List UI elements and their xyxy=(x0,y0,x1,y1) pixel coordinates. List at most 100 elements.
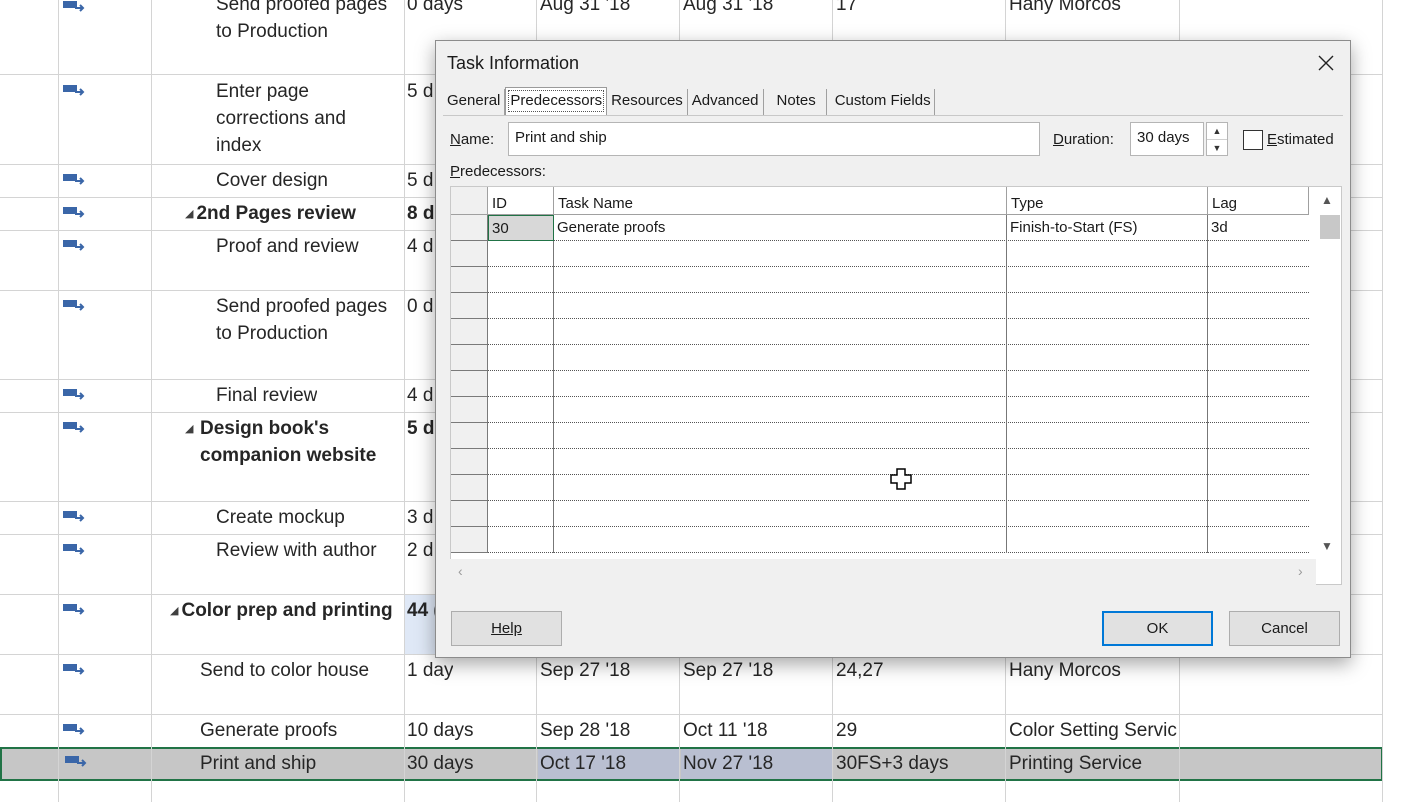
empty-cell[interactable] xyxy=(1208,397,1309,423)
empty-cell[interactable] xyxy=(1208,449,1309,475)
column-header-type[interactable]: Type xyxy=(1007,187,1208,215)
row-header[interactable] xyxy=(451,449,488,475)
empty-cell[interactable] xyxy=(488,241,554,267)
row-header[interactable] xyxy=(451,397,488,423)
empty-cell[interactable] xyxy=(1007,319,1208,345)
empty-cell[interactable] xyxy=(1208,475,1309,501)
row-header[interactable] xyxy=(451,475,488,501)
row-header[interactable] xyxy=(451,423,488,449)
predecessors-table[interactable]: ID Task Name Type Lag 30 Generate proofs… xyxy=(450,186,1342,585)
empty-cell[interactable] xyxy=(554,293,1007,319)
predecessor-row-empty[interactable] xyxy=(451,449,1309,475)
predecessor-row-empty[interactable] xyxy=(451,397,1309,423)
empty-cell[interactable] xyxy=(1007,501,1208,527)
table-row-selected[interactable]: Print and ship 30 days Oct 17 '18 Nov 27… xyxy=(0,747,1383,781)
predecessor-lag-cell[interactable]: 3d xyxy=(1208,215,1309,241)
predecessor-row-empty[interactable] xyxy=(451,345,1309,371)
tab-notes[interactable]: Notes xyxy=(764,89,827,115)
horizontal-scrollbar[interactable]: ‹ › xyxy=(450,559,1316,585)
empty-cell[interactable] xyxy=(1007,397,1208,423)
predecessor-task-name-cell[interactable]: Generate proofs xyxy=(554,215,1007,241)
tab-advanced[interactable]: Advanced xyxy=(688,89,764,115)
empty-cell[interactable] xyxy=(554,371,1007,397)
empty-cell[interactable] xyxy=(488,527,554,553)
empty-cell[interactable] xyxy=(1208,345,1309,371)
tab-resources[interactable]: Resources xyxy=(607,89,688,115)
empty-cell[interactable] xyxy=(1007,241,1208,267)
spin-up-icon[interactable]: ▲ xyxy=(1207,123,1227,139)
help-button[interactable]: Help xyxy=(451,611,562,646)
empty-cell[interactable] xyxy=(1208,501,1309,527)
empty-cell[interactable] xyxy=(1007,527,1208,553)
cancel-button[interactable]: Cancel xyxy=(1229,611,1340,646)
collapse-triangle-icon[interactable]: ◢ xyxy=(185,208,193,220)
close-icon[interactable] xyxy=(1316,53,1336,73)
row-header[interactable] xyxy=(451,371,488,397)
empty-cell[interactable] xyxy=(488,345,554,371)
column-header-lag[interactable]: Lag xyxy=(1208,187,1309,215)
predecessor-row-empty[interactable] xyxy=(451,293,1309,319)
estimated-checkbox[interactable] xyxy=(1243,130,1263,150)
empty-cell[interactable] xyxy=(1007,423,1208,449)
summary-task-toggle[interactable]: ◢ xyxy=(185,415,196,443)
empty-cell[interactable] xyxy=(488,501,554,527)
predecessor-id-cell[interactable]: 30 xyxy=(488,215,554,241)
empty-cell[interactable] xyxy=(1208,241,1309,267)
empty-cell[interactable] xyxy=(554,527,1007,553)
empty-cell[interactable] xyxy=(1208,527,1309,553)
empty-cell[interactable] xyxy=(488,293,554,319)
empty-cell[interactable] xyxy=(1007,371,1208,397)
empty-cell[interactable] xyxy=(554,475,1007,501)
empty-cell[interactable] xyxy=(1208,293,1309,319)
predecessor-row-empty[interactable] xyxy=(451,371,1309,397)
predecessor-row-empty[interactable] xyxy=(451,501,1309,527)
predecessor-row-empty[interactable] xyxy=(451,241,1309,267)
predecessor-row-empty[interactable] xyxy=(451,423,1309,449)
scroll-down-icon[interactable]: ▼ xyxy=(1321,539,1333,553)
empty-cell[interactable] xyxy=(1007,345,1208,371)
vertical-scrollbar[interactable]: ▲ ▼ xyxy=(1317,187,1341,559)
scroll-thumb[interactable] xyxy=(1320,215,1340,239)
empty-cell[interactable] xyxy=(554,345,1007,371)
name-field[interactable]: Print and ship xyxy=(508,122,1040,156)
empty-cell[interactable] xyxy=(488,475,554,501)
empty-cell[interactable] xyxy=(554,267,1007,293)
predecessor-row-empty[interactable] xyxy=(451,475,1309,501)
tab-general[interactable]: General xyxy=(443,89,506,115)
empty-cell[interactable] xyxy=(488,267,554,293)
ok-button[interactable]: OK xyxy=(1102,611,1213,646)
empty-cell[interactable] xyxy=(1007,449,1208,475)
scroll-up-icon[interactable]: ▲ xyxy=(1321,193,1333,207)
predecessor-row-empty[interactable] xyxy=(451,527,1309,553)
spin-down-icon[interactable]: ▼ xyxy=(1207,139,1227,155)
row-header[interactable] xyxy=(451,501,488,527)
empty-cell[interactable] xyxy=(554,241,1007,267)
empty-cell[interactable] xyxy=(554,397,1007,423)
empty-cell[interactable] xyxy=(488,397,554,423)
empty-cell[interactable] xyxy=(488,423,554,449)
tab-predecessors[interactable]: Predecessors xyxy=(505,87,608,115)
empty-cell[interactable] xyxy=(488,319,554,345)
row-header[interactable] xyxy=(451,345,488,371)
table-row[interactable]: Send to color house 1 day Sep 27 '18 Sep… xyxy=(0,655,1383,715)
predecessor-type-cell[interactable]: Finish-to-Start (FS) xyxy=(1007,215,1208,241)
empty-cell[interactable] xyxy=(1208,371,1309,397)
collapse-triangle-icon[interactable]: ◢ xyxy=(170,605,178,617)
empty-cell[interactable] xyxy=(1208,267,1309,293)
empty-cell[interactable] xyxy=(1007,267,1208,293)
scroll-left-icon[interactable]: ‹ xyxy=(458,563,463,579)
empty-cell[interactable] xyxy=(1007,293,1208,319)
column-header-task-name[interactable]: Task Name xyxy=(554,187,1007,215)
tab-custom-fields[interactable]: Custom Fields xyxy=(827,89,935,115)
row-header[interactable] xyxy=(451,241,488,267)
empty-cell[interactable] xyxy=(1208,319,1309,345)
empty-cell[interactable] xyxy=(554,501,1007,527)
column-header-id[interactable]: ID xyxy=(488,187,554,215)
table-row[interactable]: Generate proofs 10 days Sep 28 '18 Oct 1… xyxy=(0,715,1383,748)
collapse-triangle-icon[interactable]: ◢ xyxy=(185,423,193,435)
empty-cell[interactable] xyxy=(488,449,554,475)
predecessor-row-empty[interactable] xyxy=(451,267,1309,293)
row-header[interactable] xyxy=(451,293,488,319)
scroll-right-icon[interactable]: › xyxy=(1298,563,1303,579)
empty-cell[interactable] xyxy=(1007,475,1208,501)
